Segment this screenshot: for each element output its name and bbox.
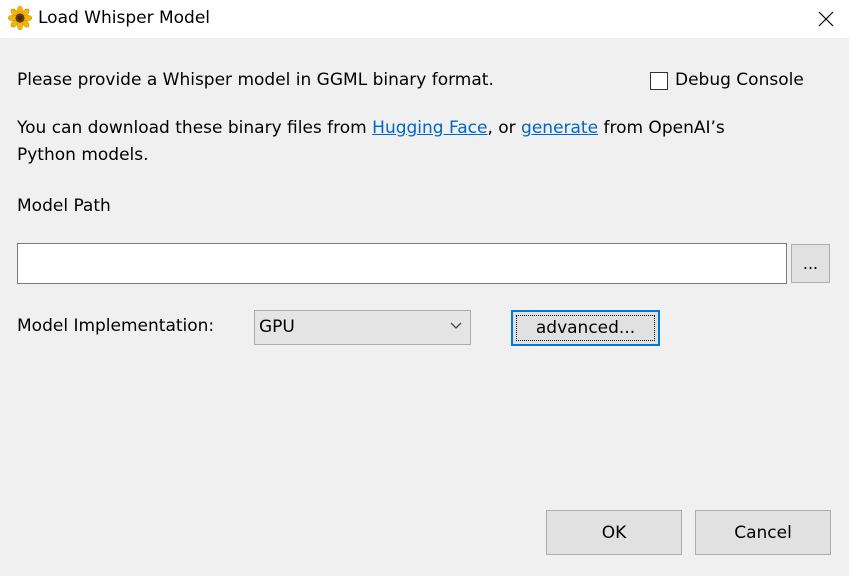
intro-text: Please provide a Whisper model in GGML b… [17, 70, 494, 90]
ok-button[interactable]: OK [546, 510, 682, 555]
dialog-body: Please provide a Whisper model in GGML b… [0, 38, 849, 576]
generate-link[interactable]: generate [521, 118, 598, 138]
implementation-select[interactable]: GPU [254, 310, 471, 345]
debug-console-label: Debug Console [675, 70, 804, 90]
model-implementation-label: Model Implementation: [17, 316, 215, 336]
close-button[interactable] [803, 0, 849, 38]
download-info-line3: Python models. [17, 145, 149, 165]
advanced-button-label: advanced... [535, 318, 636, 338]
implementation-selected-value: GPU [259, 317, 295, 337]
download-info-prefix: You can download these binary files from [17, 118, 373, 138]
title-bar: Load Whisper Model [0, 0, 849, 38]
hugging-face-link[interactable]: Hugging Face [372, 118, 487, 138]
advanced-button[interactable]: advanced... [511, 310, 660, 346]
debug-console-checkbox[interactable] [650, 72, 668, 90]
cancel-button[interactable]: Cancel [695, 510, 831, 555]
window-title: Load Whisper Model [38, 8, 211, 28]
download-info-suffix: from OpenAI’s [598, 118, 725, 138]
download-info-mid: , or [487, 118, 522, 138]
close-icon [818, 11, 834, 27]
download-info-text: You can download these binary files from… [17, 118, 725, 138]
sunflower-icon [8, 6, 32, 30]
model-path-input[interactable] [17, 243, 787, 284]
browse-button[interactable]: ... [791, 244, 830, 283]
model-path-label: Model Path [17, 196, 111, 216]
chevron-down-icon [450, 322, 462, 329]
